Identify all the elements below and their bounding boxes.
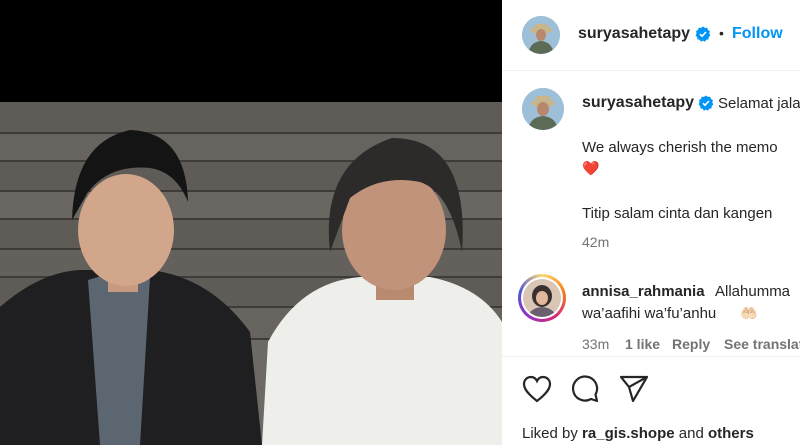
liked-by-others-link[interactable]: others: [708, 425, 754, 442]
commenter-avatar[interactable]: [518, 274, 566, 322]
comment-emoji: 🤲🏻: [740, 305, 758, 321]
caption-verified-badge-icon: [698, 95, 714, 116]
liked-by-and: and: [678, 425, 704, 442]
post-photo: [0, 102, 502, 445]
liked-by-prefix: Liked by: [522, 425, 578, 442]
caption-username[interactable]: suryasahetapy: [582, 94, 694, 112]
caption-text-line1: Selamat jala: [718, 95, 800, 112]
post-media[interactable]: [0, 0, 502, 445]
comment-text-line2: wa’aafihi wa’fu’anhu: [582, 305, 717, 322]
people-figure: [0, 130, 502, 445]
header-separator: •: [719, 25, 724, 41]
share-send-icon[interactable]: [619, 375, 649, 408]
comment-timestamp[interactable]: 33m: [582, 336, 609, 352]
follow-button[interactable]: Follow: [732, 25, 783, 43]
post-actions: Liked by ra_gis.shope and others: [502, 356, 800, 445]
liked-by-text: Liked by ra_gis.shope and others: [522, 425, 754, 442]
verified-badge-icon: [695, 26, 711, 47]
comment-text-line1: Allahumma: [715, 283, 791, 300]
liked-by-user-link[interactable]: ra_gis.shope: [582, 425, 675, 442]
caption-timestamp[interactable]: 42m: [582, 234, 609, 250]
commenter-username[interactable]: annisa_rahmania: [582, 283, 705, 300]
like-heart-icon[interactable]: [522, 375, 552, 408]
comment-bubble-icon[interactable]: [570, 374, 600, 409]
post-side-panel: suryasahetapy • Follow suryasahetapy Sel…: [502, 0, 800, 445]
post-header: suryasahetapy • Follow: [502, 0, 800, 71]
comment-like-count[interactable]: 1 like: [625, 336, 660, 352]
comment-reply-button[interactable]: Reply: [672, 336, 710, 352]
caption-text-line2: We always cherish the memo: [582, 139, 778, 156]
caption-heart: ❤️: [582, 160, 600, 176]
caption-avatar[interactable]: [522, 88, 564, 130]
author-username[interactable]: suryasahetapy: [578, 25, 690, 43]
author-avatar[interactable]: [522, 16, 560, 54]
caption-text-line3: Titip salam cinta dan kangen: [582, 205, 773, 222]
comment-see-translation[interactable]: See translat: [724, 336, 800, 352]
